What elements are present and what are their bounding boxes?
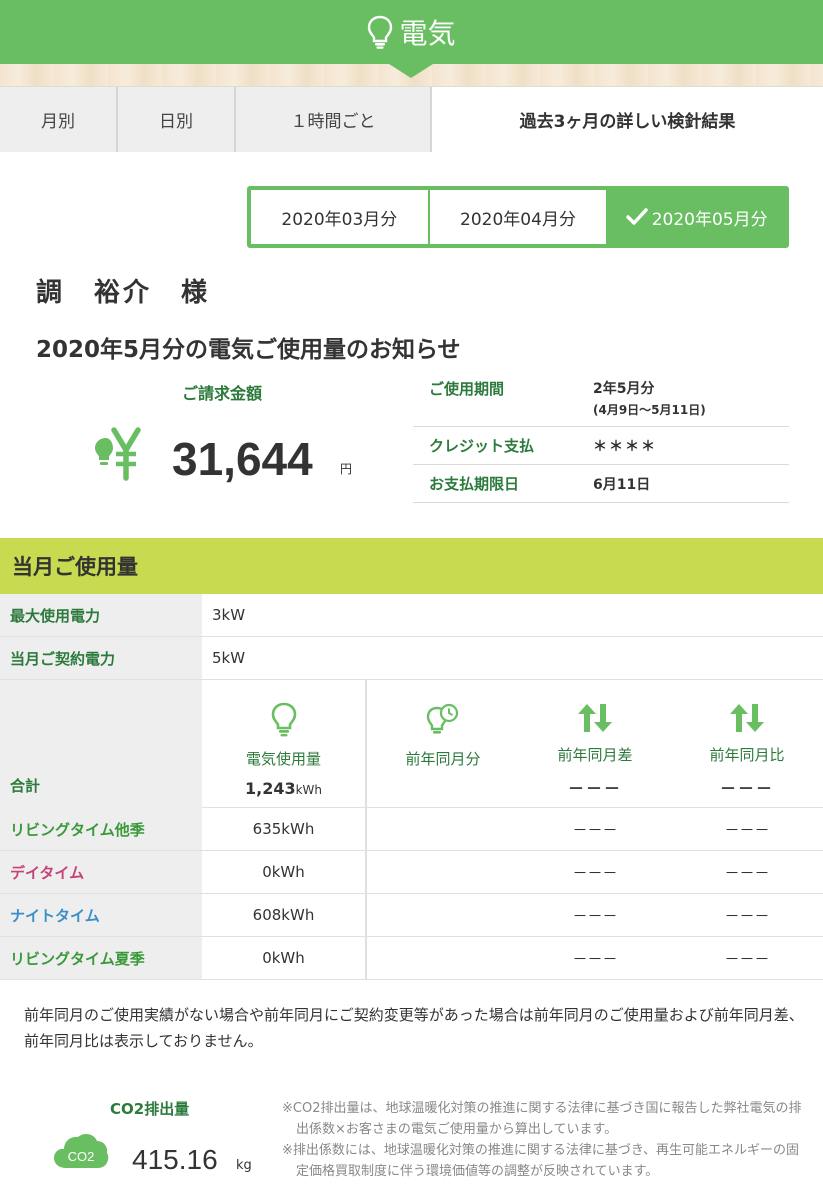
usage-row-living-other: リビングタイム他季 635kWh －－－ －－－ [0,808,823,851]
column-previous-year: 前年同月分 [367,680,519,807]
co2-cloud-icon: CO2 [52,1130,110,1176]
column-year-diff: 前年同月差 －－－ [519,680,671,807]
column-usage: 電気使用量 1,243kWh [202,680,367,807]
header-title: 電気 [399,17,456,50]
usage-table: 最大使用電力 3kW 当月ご契約電力 5kW 合計 電気使用量 1,243kWh [0,594,823,980]
tab-detailed-readings[interactable]: 過去3ヶ月の詳しい検針結果 [432,86,823,152]
usage-row-contract-power: 当月ご契約電力 5kW [0,637,823,680]
check-icon [625,208,648,226]
usage-summary-row: 合計 電気使用量 1,243kWh 前年同月分 前年同月差 －－－ 前年同月比 … [0,680,823,808]
header-pointer [389,64,433,78]
customer-name: 調 裕介 様 [36,278,211,308]
light-bulb-icon [367,15,393,49]
co2-notes: ※CO2排出量は、地球温暖化対策の推進に関する法律に基づき国に報告した弊社電気の… [282,1101,802,1179]
bill-unit: 円 [340,462,353,476]
previous-year-note: 前年同月のご使用実績がない場合や前年同月にご契約変更等があった場合は前年同月のご… [24,1006,804,1050]
month-button-2020-03[interactable]: 2020年03月分 [251,190,428,244]
co2-label: CO2排出量 [110,1100,190,1118]
bulb-clock-icon [425,702,461,742]
notice-title: 2020年5月分の電気ご使用量のお知らせ [36,337,461,363]
tab-daily[interactable]: 日別 [118,86,236,152]
up-down-arrows-icon [729,702,765,738]
co2-value: 415.16 [132,1144,218,1175]
usage-row-nighttime: ナイトタイム 608kWh －－－ －－－ [0,894,823,937]
usage-row-max-power: 最大使用電力 3kW [0,594,823,637]
usage-row-daytime: デイタイム 0kWh －－－ －－－ [0,851,823,894]
info-row-usage-period: ご使用期間 2年5月分 (4月9日～5月11日) [413,370,789,427]
page-header: 電気 [0,0,823,64]
up-down-arrows-icon [577,702,613,738]
month-button-2020-05[interactable]: 2020年05月分 [606,190,786,244]
tab-monthly[interactable]: 月別 [0,86,118,152]
bill-label: ご請求金額 [182,384,263,403]
usage-row-living-summer: リビングタイム夏季 0kWh －－－ －－－ [0,937,823,980]
light-bulb-icon [271,702,297,742]
svg-text:CO2: CO2 [68,1149,95,1164]
info-row-payment-method: クレジット支払 ＊＊＊＊ [413,427,789,465]
month-button-2020-04[interactable]: 2020年04月分 [427,190,607,244]
tab-bar: 月別 日別 １時間ごと 過去3ヶ月の詳しい検針結果 [0,86,823,152]
total-label: 合計 [0,680,202,808]
section-title-monthly-usage: 当月ご使用量 [0,538,823,594]
column-year-ratio: 前年同月比 －－－ [671,680,823,807]
main-content: 2020年03月分 2020年04月分 2020年05月分 調 裕介 様 202… [0,152,823,1200]
month-selector: 2020年03月分 2020年04月分 2020年05月分 [247,186,789,248]
yen-bulb-icon [92,424,152,488]
tab-hourly[interactable]: １時間ごと [236,86,432,152]
billing-info-table: ご使用期間 2年5月分 (4月9日～5月11日) クレジット支払 ＊＊＊＊ お支… [413,370,789,503]
co2-unit: kg [236,1158,252,1173]
info-row-due-date: お支払期限日 6月11日 [413,465,789,503]
bill-amount: 31,644 [172,433,313,485]
